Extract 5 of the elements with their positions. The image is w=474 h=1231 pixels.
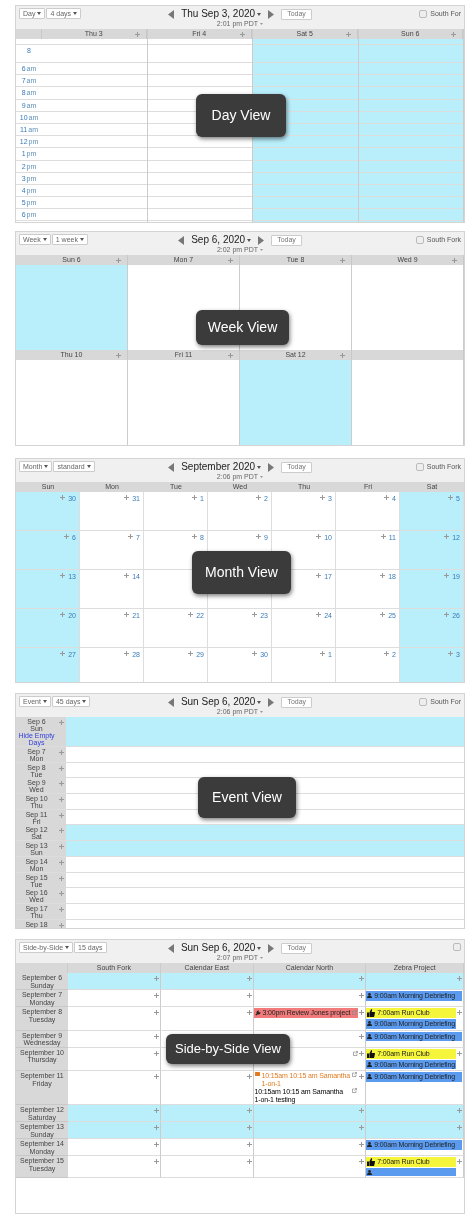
view-tooltip: Side-by-Side View xyxy=(166,1034,290,1064)
view-tooltip: Month View xyxy=(192,551,291,594)
view-tooltip: Day View xyxy=(196,94,286,137)
view-tooltip: Event View xyxy=(198,777,296,818)
view-tooltip: Week View xyxy=(196,310,289,345)
